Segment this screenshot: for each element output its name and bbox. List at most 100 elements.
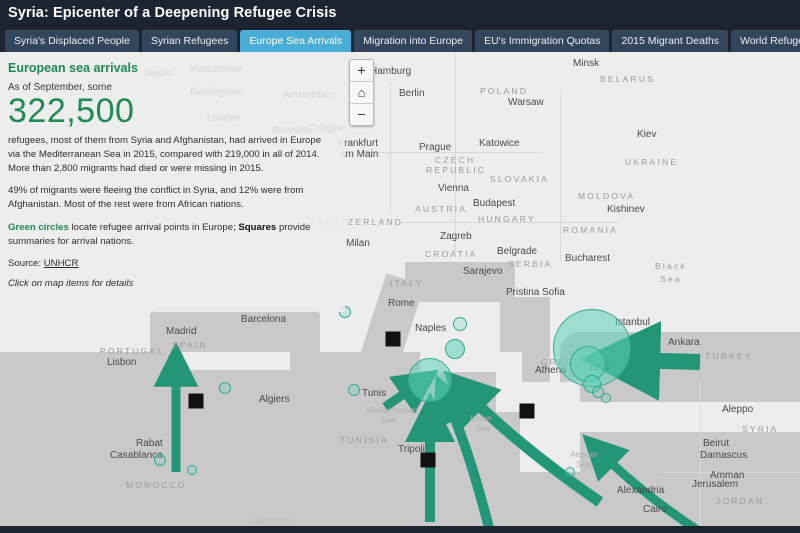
panel-legend: Green circles locate refugee arrival poi…	[8, 221, 333, 249]
map-label-vienna: Vienna	[438, 183, 469, 194]
map-label-rome: Rome	[388, 298, 415, 309]
arrival-circle-apulia-arrival[interactable]	[453, 317, 467, 331]
map-label-sea: Sea	[660, 274, 682, 284]
arrival-circle-gibraltar-arrival[interactable]	[154, 454, 166, 466]
page-title: Syria: Epicenter of a Deepening Refugee …	[0, 5, 337, 21]
tab-syrian-refugees[interactable]: Syrian Refugees	[142, 30, 238, 52]
map-label-romania: ROMANIA	[563, 225, 618, 235]
map-label-zagreb: Zagreb	[440, 231, 472, 242]
map-label-slovakia: SLOVAKIA	[490, 174, 549, 184]
map-label-prague: Prague	[419, 142, 451, 153]
map-label-sarajevo: Sarajevo	[463, 266, 502, 277]
map-label-moldova: MOLDOVA	[578, 191, 635, 201]
arrival-circle-aegean-island-3[interactable]	[601, 393, 611, 403]
map-zoom-controls[interactable]: + ⌂ −	[349, 59, 374, 126]
map-label-hamburg: Hamburg	[370, 66, 411, 77]
map-label-black: Black	[655, 261, 687, 271]
tab-syria-s-displaced-people[interactable]: Syria's Displaced People	[5, 30, 139, 52]
map-label-turkey: TURKEY	[705, 351, 753, 361]
map-label-ionian: Ionian	[470, 414, 492, 423]
map-label-lisbon: Lisbon	[107, 357, 136, 368]
map-label-alexandria: Alexandria	[617, 485, 664, 496]
map-label-spain: SPAIN	[172, 340, 208, 350]
zoom-home-icon[interactable]: ⌂	[350, 82, 373, 104]
app-header: Syria: Epicenter of a Deepening Refugee …	[0, 0, 800, 26]
country-square-greece-summary[interactable]	[520, 404, 535, 419]
map-label-cairo: Cairo	[643, 504, 667, 515]
source-label: Source:	[8, 258, 44, 269]
map-label-madrid: Madrid	[166, 326, 197, 337]
map-label-jordan: JORDAN	[716, 496, 764, 506]
map-label-czech: CZECH	[435, 155, 475, 165]
country-square-italy-summary[interactable]	[386, 332, 401, 347]
panel-paragraph-2: 49% of migrants were fleeing the conflic…	[8, 184, 333, 212]
map-label-italy: ITALY	[390, 278, 423, 288]
map-label-morocco: MOROCCO	[126, 480, 187, 490]
map-label-rabat: Rabat	[136, 438, 163, 449]
panel-paragraph-1: refugees, most of them from Syria and Af…	[8, 134, 333, 176]
map-label-syria: SYRIA	[742, 424, 779, 434]
legend-squares-label: Squares	[238, 222, 276, 233]
source-link-unhcr[interactable]: UNHCR	[44, 258, 79, 269]
map-label-beirut: Beirut	[703, 438, 729, 449]
tab-migration-into-europe[interactable]: Migration into Europe	[354, 30, 472, 52]
map-label-algiers: Algiers	[259, 394, 290, 405]
map-label-barcelona: Barcelona	[241, 314, 286, 325]
map-label-jerusalem: Jerusalem	[692, 479, 738, 490]
infographic-app: Syria: Epicenter of a Deepening Refugee …	[0, 0, 800, 533]
map-label-serbia: SERBIA	[508, 259, 552, 269]
map-attribution: Leaflet | © Esri	[250, 518, 293, 525]
tab-world-refugees[interactable]: World Refugees	[731, 30, 800, 52]
map-label-croatia: CROATIA	[425, 249, 478, 259]
map-label-milan: Milan	[346, 238, 370, 249]
map-label-sea: Sea	[476, 424, 490, 433]
info-panel: European sea arrivals As of September, s…	[0, 52, 345, 312]
country-square-spain-summary[interactable]	[189, 394, 204, 409]
arrival-circle-lampedusa-central-med[interactable]	[408, 358, 452, 402]
tab-eu-s-immigration-quotas[interactable]: EU's Immigration Quotas	[475, 30, 609, 52]
map-label-ukraine: UKRAINE	[625, 157, 678, 167]
legend-middle-text: locate refugee arrival points in Europe;	[69, 222, 239, 233]
map-label-naples: Naples	[415, 323, 446, 334]
map-label-damascus: Damascus	[700, 450, 747, 461]
map-label-pristina: Pristina	[506, 287, 539, 298]
map-label-belgrade: Belgrade	[497, 246, 537, 257]
tab-europe-sea-arrivals[interactable]: Europe Sea Arrivals	[240, 30, 351, 52]
footer-bar	[0, 526, 800, 533]
arrival-circle-crete-arrival[interactable]	[565, 467, 575, 477]
map-label-poland: POLAND	[480, 86, 528, 96]
zoom-out-icon[interactable]: −	[350, 104, 373, 125]
arrival-circle-malaga-arrival[interactable]	[187, 465, 197, 475]
map-label-am-main: am Main	[340, 149, 378, 160]
map-label-tunisia: TUNISIA	[340, 435, 389, 445]
map-label-bucharest: Bucharest	[565, 253, 610, 264]
map-label-ankara: Ankara	[668, 337, 700, 348]
map-label-aegean: Aegean	[570, 450, 598, 459]
tab-bar: Syria's Displaced PeopleSyrian RefugeesE…	[0, 26, 800, 52]
map-label-mediterranean: Mediterranean	[366, 406, 418, 415]
map-label-tunis: Tunis	[362, 388, 386, 399]
map-label-aleppo: Aleppo	[722, 404, 753, 415]
country-square-libya-summary[interactable]	[421, 453, 436, 468]
map-label-amman: Amman	[710, 470, 744, 481]
panel-big-number: 322,500	[8, 94, 333, 130]
map-label-portugal: PORTUGAL	[100, 346, 164, 356]
map-label-sofia: Sofia	[542, 287, 565, 298]
arrival-circle-spain-east-arrival[interactable]	[219, 382, 231, 394]
map-label-kiev: Kiev	[637, 129, 656, 140]
map-label-hungary: HUNGARY	[478, 214, 536, 224]
arrival-circle-sardinia-arrival[interactable]	[348, 384, 360, 396]
map-label-belarus: BELARUS	[600, 74, 655, 84]
map-label-sea: Sea	[576, 460, 590, 469]
panel-source: Source: UNHCR	[8, 258, 333, 269]
zoom-in-icon[interactable]: +	[350, 60, 373, 82]
map-label-austria: AUSTRIA	[415, 204, 467, 214]
map-label-kishinev: Kishinev	[607, 204, 645, 215]
arrival-circle-calabria-arrival[interactable]	[445, 339, 465, 359]
map-label-minsk: Minsk	[573, 58, 599, 69]
map-label-budapest: Budapest	[473, 198, 515, 209]
panel-heading: European sea arrivals	[8, 61, 333, 75]
map-label-sea: Sea	[381, 416, 395, 425]
tab-2015-migrant-deaths[interactable]: 2015 Migrant Deaths	[612, 30, 727, 52]
map-label-katowice: Katowice	[479, 138, 520, 149]
